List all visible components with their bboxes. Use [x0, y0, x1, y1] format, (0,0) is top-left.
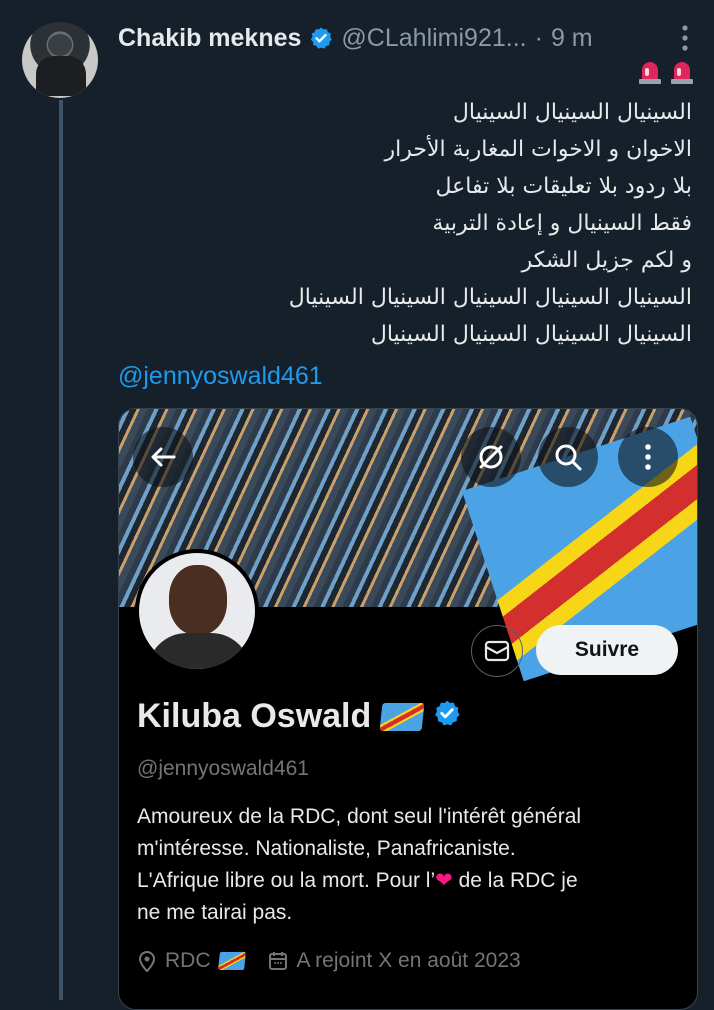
more-options-icon[interactable]: [680, 24, 690, 57]
separator-dot: ·: [534, 23, 543, 52]
rotating-light-icon: [671, 62, 693, 84]
thread-line: [59, 100, 63, 1000]
tweet-line: بلا ردود بلا تعليقات بلا تفاعل: [435, 174, 692, 199]
tweet-line: السينيال السينيال السينيال السينيال السي…: [288, 285, 692, 310]
back-arrow-icon[interactable]: [133, 427, 193, 487]
tweet-line: السينيال السينيال السينيال السينيال: [370, 322, 692, 347]
tweet-line: السينيال السينيال السينيال: [452, 100, 692, 125]
tweet-header: Chakib meknes @CLahlimi921... · 9 m: [118, 18, 694, 58]
tweet-text: السينيال السينيال السينيال الاخوان و الا…: [132, 94, 692, 353]
more-options-icon[interactable]: [618, 427, 678, 487]
drc-flag-icon: [217, 952, 246, 970]
profile-name: Kiluba Oswald: [137, 697, 372, 735]
bio-line: m'intéresse. Nationaliste, Panafricanist…: [137, 837, 516, 860]
author-handle[interactable]: @CLahlimi921...: [341, 24, 526, 53]
profile-handle: @jennyoswald461: [137, 757, 309, 780]
bio-line: L'Afrique libre ou la mort. Pour l’❤ de …: [137, 869, 578, 892]
profile-joined: A rejoint X en août 2023: [296, 949, 521, 972]
follow-button[interactable]: Suivre: [536, 625, 678, 675]
drc-flag-icon: [379, 702, 425, 731]
verified-badge-icon: [309, 26, 333, 50]
screenshot-card[interactable]: Suivre Kiluba Oswald @jennyoswald461 Amo…: [118, 408, 698, 1010]
heart-icon: ❤: [435, 869, 453, 892]
verified-badge-icon: [433, 697, 461, 736]
message-icon[interactable]: [471, 625, 523, 677]
search-icon[interactable]: [538, 427, 598, 487]
profile-avatar[interactable]: [135, 549, 259, 673]
profile-location: RDC: [165, 949, 211, 972]
location-pin-icon: [138, 951, 156, 972]
bio-line: Amoureux de la RDC, dont seul l'intérêt …: [137, 805, 582, 828]
profile-meta: RDC A rejoint X en août 2023: [137, 949, 521, 973]
author-avatar[interactable]: [22, 22, 98, 98]
profile-name-row: Kiluba Oswald: [137, 697, 461, 736]
tweet-line: فقط السينيال و إعادة التربية: [432, 211, 692, 236]
author-name[interactable]: Chakib meknes: [118, 24, 301, 53]
emoji-row: [636, 58, 696, 86]
calendar-icon: [268, 952, 287, 970]
tweet-line: و لكم جزيل الشكر: [521, 248, 692, 273]
tweet-line: الاخوان و الاخوات المغاربة الأحرار: [384, 137, 692, 162]
rotating-light-icon: [639, 62, 661, 84]
mention-link[interactable]: @jennyoswald461: [118, 362, 323, 391]
tweet-time[interactable]: 9 m: [551, 24, 593, 53]
bio-line: ne me tairai pas.: [137, 901, 293, 924]
mute-icon[interactable]: [461, 427, 521, 487]
profile-bio: Amoureux de la RDC, dont seul l'intérêt …: [137, 801, 682, 929]
